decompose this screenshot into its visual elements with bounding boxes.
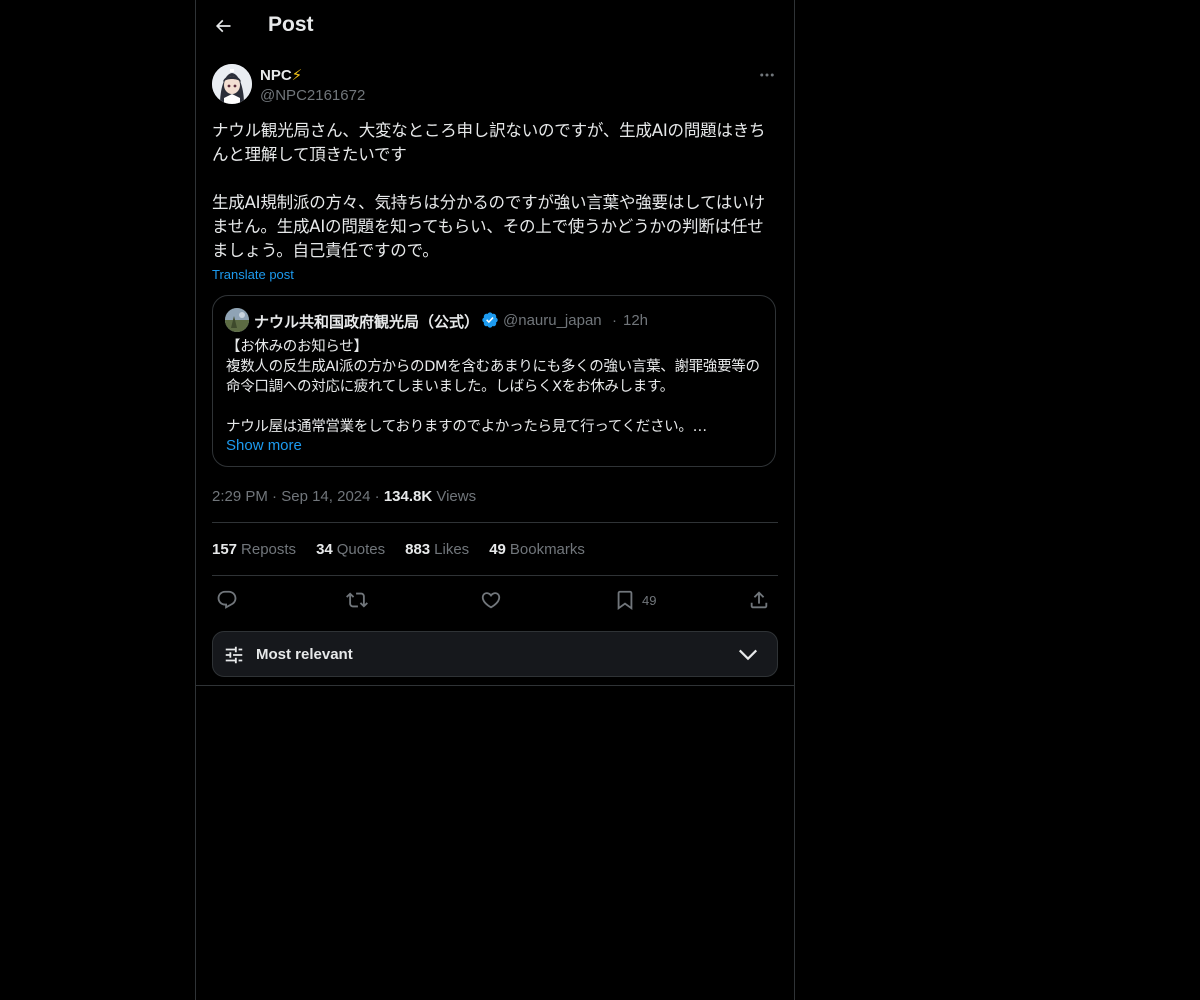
more-horizontal-icon [760, 73, 774, 77]
divider [212, 575, 778, 576]
author-name-text: NPC [260, 67, 292, 84]
bookmarks-stat[interactable]: 49 Bookmarks [489, 541, 585, 558]
likes-label: Likes [434, 541, 470, 558]
engagement-stats: 157 Reposts 34 Quotes 883 Likes 49 Bookmarks [212, 541, 585, 558]
repost-icon [346, 592, 368, 608]
bookmark-icon [617, 590, 633, 611]
landscape-avatar-icon [225, 308, 249, 332]
divider [212, 522, 778, 523]
quotes-count: 34 [316, 541, 333, 558]
quoted-author-handle: @nauru_japan [503, 312, 602, 329]
arrow-left-icon [215, 19, 231, 33]
quoted-separator: · [612, 312, 617, 329]
translate-post-link[interactable]: Translate post [212, 267, 294, 282]
heart-icon [481, 592, 501, 609]
lightning-icon: ⚡ [291, 67, 303, 84]
reposts-label: Reposts [241, 541, 297, 558]
views-label: Views [436, 488, 477, 505]
likes-count: 883 [405, 541, 431, 558]
post-actions: 49 [212, 585, 778, 615]
sliders-icon [225, 646, 243, 664]
share-button[interactable] [748, 587, 770, 613]
reply-icon [217, 590, 237, 609]
reposts-stat[interactable]: 157 Reposts [212, 541, 296, 558]
post-text: ナウル観光局さん、大変なところ申し訳ないのですが、生成AIの問題はきちんと理解し… [212, 121, 766, 260]
like-button[interactable] [480, 587, 502, 613]
quotes-label: Quotes [336, 541, 386, 558]
reply-button[interactable] [216, 587, 238, 613]
likes-stat[interactable]: 883 Likes [405, 541, 469, 558]
views-count: 134.8K [383, 488, 433, 505]
bookmarks-count: 49 [489, 541, 506, 558]
meta-separator: · [272, 488, 278, 505]
meta-separator: · [374, 488, 380, 505]
quoted-post-card[interactable]: ナウル共和国政府観光局（公式） @nauru_japan · 12h 【お休みの… [212, 295, 776, 467]
bookmarks-label: Bookmarks [509, 541, 585, 558]
post-date[interactable]: Sep 14, 2024 [281, 488, 370, 505]
quoted-timestamp: 12h [623, 312, 649, 329]
author-avatar[interactable] [212, 64, 252, 104]
show-more-link[interactable]: Show more [226, 437, 302, 454]
back-button[interactable] [208, 11, 238, 41]
bookmark-button[interactable]: 49 [614, 587, 656, 613]
bookmark-count: 49 [642, 592, 657, 608]
share-icon [750, 591, 768, 609]
post-author: NPC⚡ @NPC2161672 [212, 64, 778, 108]
column-divider [196, 685, 794, 686]
verified-badge-icon [482, 312, 498, 328]
top-bar: Post [196, 0, 794, 53]
reposts-count: 157 [212, 541, 238, 558]
quoted-post-text: 【お休みのお知らせ】 複数人の反生成AI派の方からのDMを含むあまりにも多くの強… [226, 339, 760, 435]
more-options-button[interactable] [756, 66, 778, 84]
anime-avatar-icon [212, 64, 252, 104]
sort-label: Most relevant [256, 646, 353, 663]
main-column: Post NPC⚡ @NPC2161672 ナウル観光局さん、大変なところ申し訳… [195, 0, 795, 1000]
quoted-author-name: ナウル共和国政府観光局（公式） [254, 313, 480, 331]
quoted-author-avatar [225, 308, 249, 332]
author-name[interactable]: NPC⚡ [260, 66, 302, 84]
reply-sort-dropdown[interactable]: Most relevant [212, 631, 778, 677]
post-time[interactable]: 2:29 PM [212, 488, 268, 505]
author-handle[interactable]: @NPC2161672 [260, 87, 365, 104]
post-meta: 2:29 PM · Sep 14, 2024 · 134.8K Views [212, 488, 476, 505]
quotes-stat[interactable]: 34 Quotes [316, 541, 385, 558]
chevron-down-icon [738, 649, 758, 661]
repost-button[interactable] [346, 587, 368, 613]
page-title: Post [268, 13, 314, 36]
